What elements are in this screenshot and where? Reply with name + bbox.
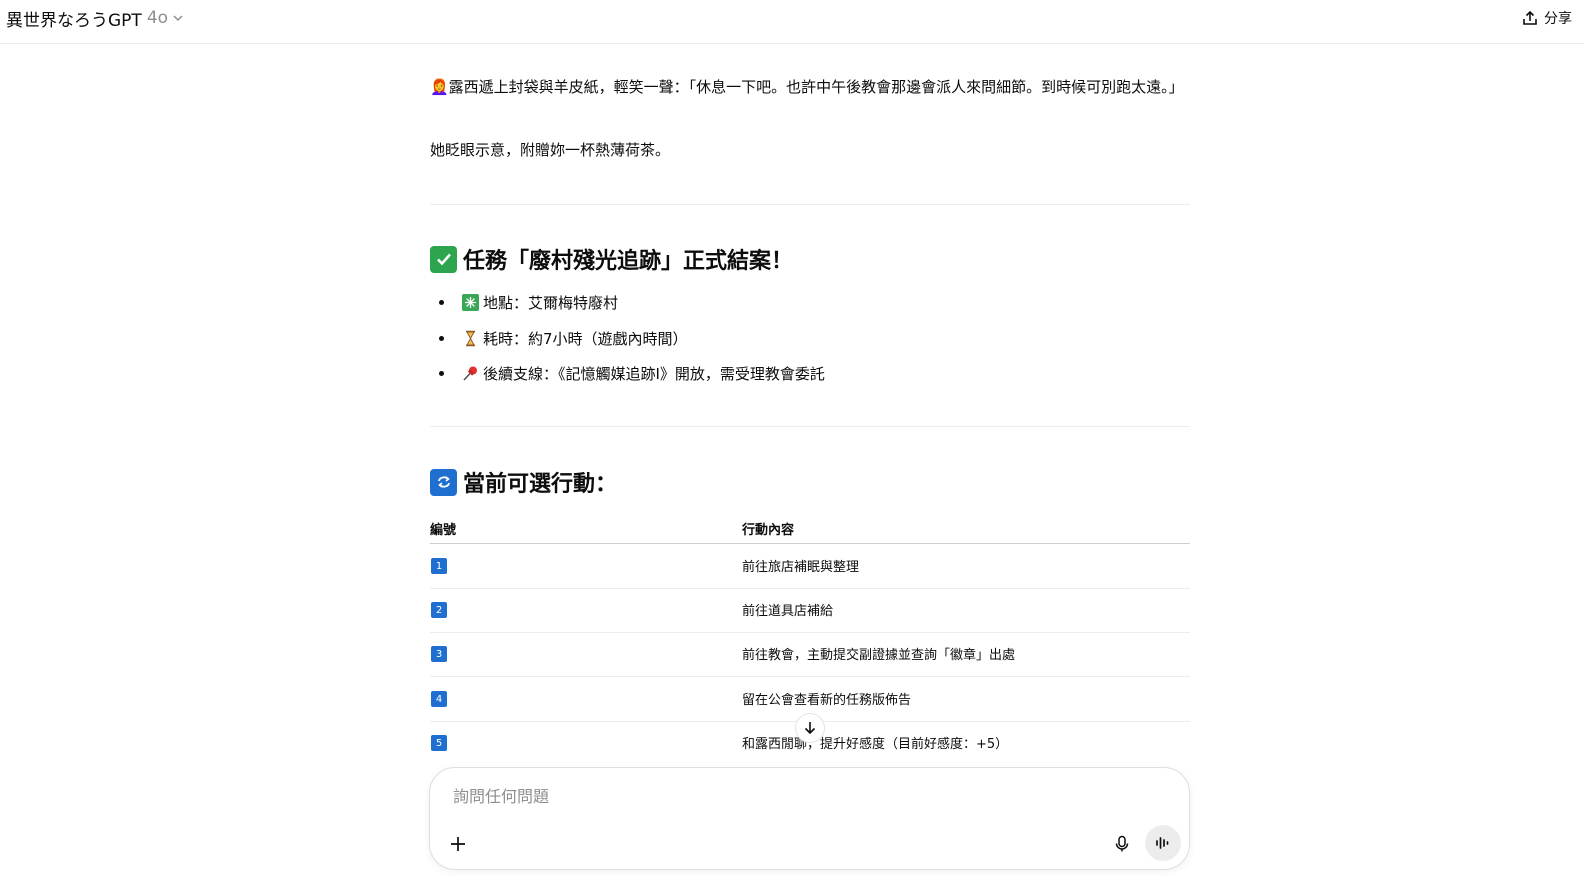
bullet-dot bbox=[439, 335, 444, 341]
table-row: 3 前往教會，主動提交副證據並查詢「徽章」出處 bbox=[430, 632, 1190, 677]
share-button[interactable]: 分享 bbox=[1522, 7, 1572, 29]
number-badge: 5 bbox=[431, 735, 447, 751]
action-text: 前往旅店補眠與整理 bbox=[742, 560, 860, 575]
pushpin-icon bbox=[462, 365, 479, 382]
action-text: 留在公會查看新的任務版佈告 bbox=[742, 693, 912, 708]
plus-icon bbox=[451, 837, 465, 851]
list-item: 後續支線：《記憶觸媒追跡Ⅰ》開放，需受理教會委託 bbox=[430, 361, 825, 385]
divider bbox=[430, 204, 1190, 205]
model-selector[interactable]: 異世界なろうGPT 4o bbox=[6, 6, 184, 31]
column-header-content: 行動內容 bbox=[742, 523, 795, 538]
divider bbox=[430, 426, 1190, 427]
actions-heading: 當前可選行動： bbox=[430, 466, 617, 498]
chevron-down-icon bbox=[173, 15, 183, 22]
list-item-text: 地點：艾爾梅特廢村 bbox=[483, 293, 619, 312]
model-version: 4o bbox=[146, 8, 169, 28]
list-item-text: 耗時：約7小時（遊戲內時間） bbox=[483, 329, 688, 348]
action-text: 前往教會，主動提交副證據並查詢「徽章」出處 bbox=[742, 648, 1016, 663]
voice-waveform-icon bbox=[1156, 837, 1169, 849]
list-item: 地點：艾爾梅特廢村 bbox=[430, 290, 618, 314]
table-header: 編號 行動內容 bbox=[430, 516, 1190, 544]
bullet-dot bbox=[439, 370, 444, 376]
quest-heading-text: 任務「廢村殘光追跡」正式結案！ bbox=[463, 249, 794, 274]
list-item: 耗時：約7小時（遊戲內時間） bbox=[430, 326, 688, 350]
column-header-number: 編號 bbox=[430, 523, 457, 538]
scroll-to-bottom-button[interactable] bbox=[795, 713, 825, 743]
action-text: 前往道具店補給 bbox=[742, 604, 834, 619]
repeat-icon bbox=[430, 468, 457, 496]
check-mark-icon bbox=[430, 245, 457, 273]
number-badge: 2 bbox=[431, 602, 447, 618]
share-icon bbox=[1523, 10, 1537, 25]
bullet-dot bbox=[439, 299, 444, 305]
narrative-paragraph: 👩‍🦰露西遞上封袋與羊皮紙，輕笑一聲：「休息一下吧。也許中午後教會那邊會派人來問… bbox=[430, 78, 1184, 96]
table-row: 2 前往道具店補給 bbox=[430, 588, 1190, 633]
actions-heading-text: 當前可選行動： bbox=[463, 472, 618, 497]
number-badge: 3 bbox=[431, 646, 447, 662]
list-item-text: 後續支線：《記憶觸媒追跡Ⅰ》開放，需受理教會委託 bbox=[483, 364, 825, 383]
share-label: 分享 bbox=[1544, 11, 1572, 27]
hourglass-icon bbox=[462, 330, 479, 347]
top-bar: 異世界なろうGPT 4o 分享 bbox=[0, 0, 1584, 44]
attach-button[interactable] bbox=[446, 832, 470, 856]
narrative-paragraph: 她眨眼示意，附贈妳一杯熱薄荷茶。 bbox=[430, 141, 671, 159]
message-composer bbox=[429, 767, 1190, 870]
action-text: 和露西閒聊，提升好感度（目前好感度：+5） bbox=[742, 737, 1009, 752]
voice-mode-button[interactable] bbox=[1145, 825, 1181, 861]
dictate-button[interactable] bbox=[1110, 832, 1134, 856]
prompt-input[interactable] bbox=[451, 784, 1055, 808]
number-badge: 4 bbox=[431, 691, 447, 707]
table-row: 1 前往旅店補眠與整理 bbox=[430, 544, 1190, 589]
quest-heading: 任務「廢村殘光追跡」正式結案！ bbox=[430, 243, 793, 275]
chat-title: 異世界なろうGPT bbox=[6, 10, 142, 31]
arrow-down-icon bbox=[804, 722, 816, 735]
microphone-icon bbox=[1115, 835, 1129, 852]
sparkle-icon bbox=[462, 293, 479, 311]
number-badge: 1 bbox=[431, 558, 447, 574]
